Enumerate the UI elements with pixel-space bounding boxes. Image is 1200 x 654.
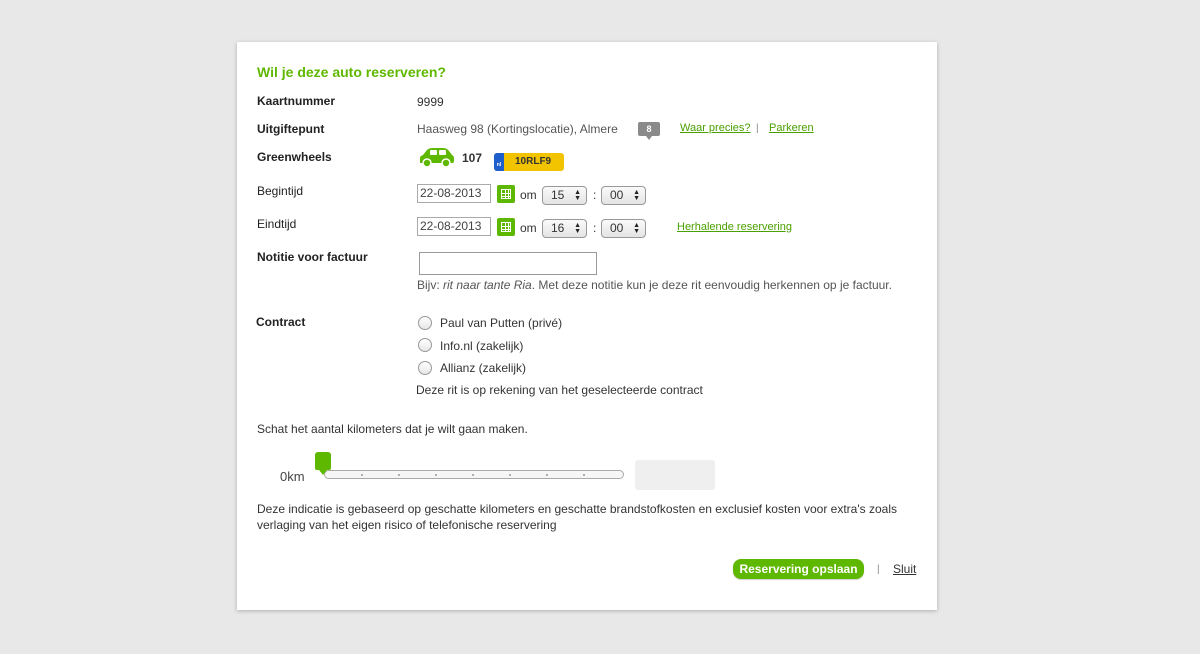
slider-tick [509,474,511,476]
close-link[interactable]: Sluit [893,562,916,576]
end-hour-select[interactable]: 16 ▲ ▼ [542,219,587,238]
start-minute-value: 00 [610,188,624,202]
note-label: Notitie voor factuur [257,250,368,264]
separator: | [877,564,880,575]
where-exactly-link[interactable]: Waar precies? [680,122,751,134]
contract-option-label: Allianz (zakelijk) [440,361,527,375]
start-hour-value: 15 [551,188,565,202]
location-value: Haasweg 98 (Kortingslocatie), Almere [417,122,618,136]
slider-tick [546,474,548,476]
start-minute-select[interactable]: 00 ▲ ▼ [601,186,646,205]
car-label: Greenwheels [257,150,332,164]
slider-tick [583,474,585,476]
disclaimer-text: Deze indicatie is gebaseerd op geschatte… [257,502,897,532]
updown-arrows-icon: ▲ ▼ [633,222,640,235]
updown-arrows-icon: ▲ ▼ [574,222,581,235]
card-number-value: 9999 [417,95,444,109]
end-om-label: om [520,221,537,235]
end-colon: : [593,221,597,235]
km-question: Schat het aantal kilometers dat je wilt … [257,422,528,436]
note-hint-suffix: . Met deze notitie kun je deze rit eenvo… [531,278,892,292]
start-om-label: om [520,188,537,202]
slider-tick [472,474,474,476]
start-hour-select[interactable]: 15 ▲ ▼ [542,186,587,205]
updown-arrows-icon: ▲ ▼ [633,189,640,202]
start-colon: : [593,188,597,202]
contract-radio[interactable] [418,361,432,375]
contract-option-label: Paul van Putten (privé) [440,316,563,330]
reservation-dialog: Wil je deze auto reserveren? Kaartnummer… [237,42,937,610]
dialog-title: Wil je deze auto reserveren? [257,64,446,80]
parking-link[interactable]: Parkeren [769,122,814,134]
calendar-icon[interactable] [497,218,515,236]
save-reservation-button[interactable]: Reservering opslaan [733,559,864,579]
slider-tick [361,474,363,476]
contract-radio[interactable] [418,338,432,352]
contract-label: Contract [256,315,306,329]
calendar-icon[interactable] [497,185,515,203]
car-icon [420,148,454,168]
contract-option-label: Info.nl (zakelijk) [440,339,524,353]
separator: | [756,123,759,134]
end-minute-select[interactable]: 00 ▲ ▼ [601,219,646,238]
car-number: 107 [462,151,483,165]
km-readout: 0km [280,469,305,484]
end-time-label: Eindtijd [257,217,297,231]
end-minute-value: 00 [610,221,624,235]
km-slider-track[interactable] [324,470,624,479]
plate-text: 10RLF9 [515,156,552,167]
end-hour-value: 16 [551,221,565,235]
end-date-input[interactable]: 22-08-2013 [417,217,491,236]
license-plate: nl 10RLF9 [494,153,564,171]
location-count-badge[interactable]: 8 [638,122,660,140]
updown-arrows-icon: ▲ ▼ [574,189,581,202]
km-slider-handle[interactable] [315,452,331,475]
slider-tick [398,474,400,476]
start-time-label: Begintijd [257,184,304,198]
card-number-label: Kaartnummer [257,94,336,108]
km-unit: km [287,469,305,484]
note-hint-prefix: Bijv: [417,278,444,292]
cost-estimate-box [635,460,715,490]
plate-country: nl [494,153,504,171]
note-input[interactable] [419,252,597,275]
slider-tick [435,474,437,476]
contract-hint: Deze rit is op rekening van het geselect… [416,383,703,397]
location-label: Uitgiftepunt [257,122,325,136]
start-date-input[interactable]: 22-08-2013 [417,184,491,203]
recurring-reservation-link[interactable]: Herhalende reservering [677,221,792,233]
contract-radio[interactable] [418,316,432,330]
note-hint-example: rit naar tante Ria [443,278,532,292]
note-hint: Bijv: rit naar tante Ria. Met deze notit… [417,278,892,292]
